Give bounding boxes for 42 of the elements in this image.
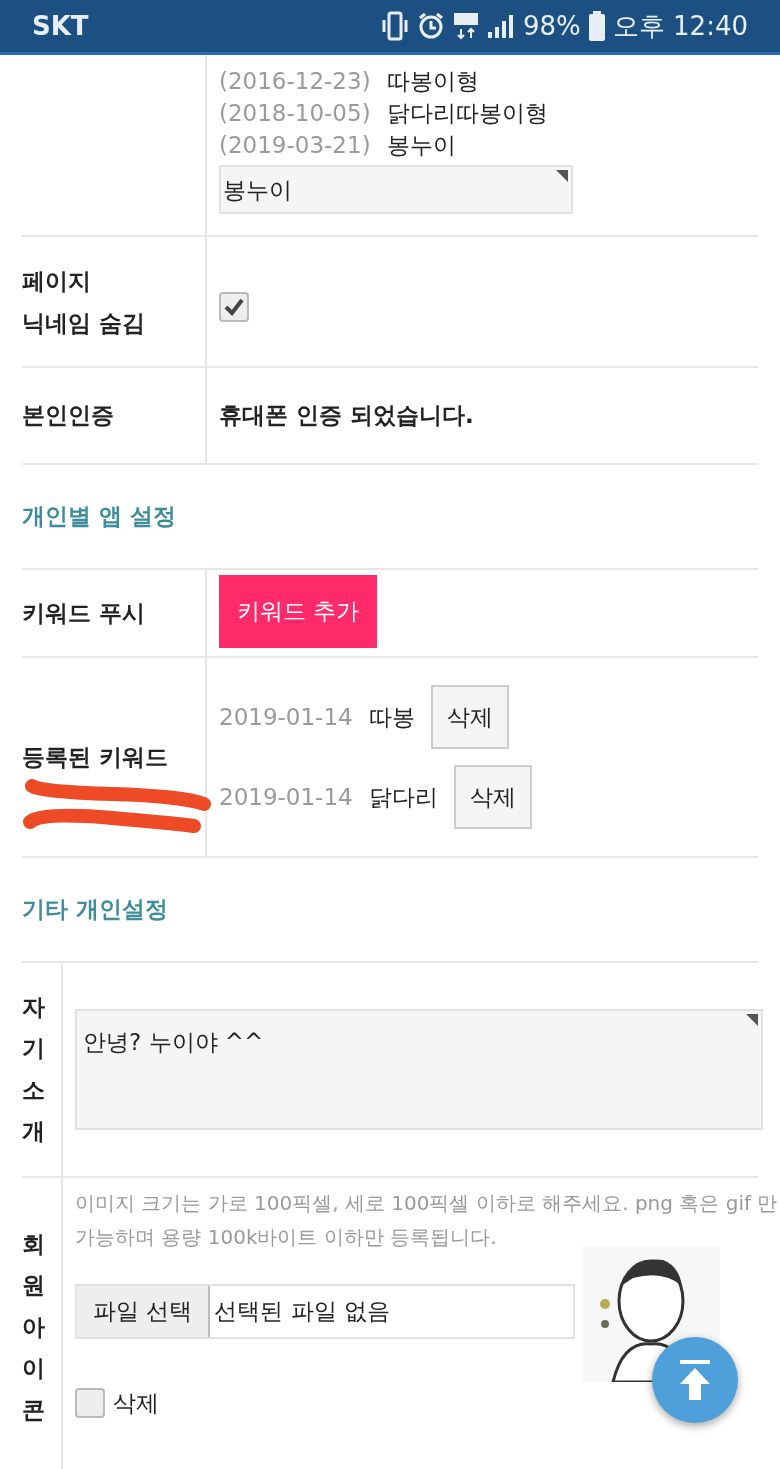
intro-field[interactable]: 안녕? 누이야 ^^ xyxy=(75,1009,763,1130)
verification-status: 휴대폰 인증 되었습니다. xyxy=(219,401,474,431)
battery-percent: 98% xyxy=(523,9,581,43)
add-keyword-button[interactable]: 키워드 추가 xyxy=(219,575,378,648)
keyword-text: 따봉 xyxy=(368,702,415,732)
checkbox[interactable] xyxy=(75,1388,105,1419)
history-date: (2018-10-05) xyxy=(219,99,371,128)
delete-button[interactable]: 삭제 xyxy=(430,685,509,749)
nickname-field[interactable]: 봉누이 xyxy=(219,165,573,214)
history-date: (2019-03-21) xyxy=(219,131,371,160)
delete-button[interactable]: 삭제 xyxy=(453,765,532,829)
setting-label: 회원아이콘 xyxy=(22,1230,45,1425)
file-input[interactable]: 파일 선택 선택된 파일 없음 xyxy=(75,1284,575,1339)
lte-icon xyxy=(453,12,479,40)
arrow-up-to-line-icon xyxy=(678,1360,712,1400)
signal-icon xyxy=(487,13,515,39)
clock-text: 오후 12:40 xyxy=(612,9,748,43)
icon-help-text: 이미지 크기는 가로 100픽셀, 세로 100픽셀 이하로 해주세요. png 혹은 gif 만 가능하며 용량 100k바이트 이하만 등록됩니다. xyxy=(75,1190,778,1251)
setting-label: 키워드 푸시 xyxy=(22,598,146,628)
history-date: (2016-12-23) xyxy=(219,67,371,96)
keyword-text: 닭다리 xyxy=(368,782,438,812)
setting-label: 등록된 키워드 xyxy=(22,742,169,772)
setting-label: 본인인증 xyxy=(22,401,115,431)
checkbox-label: 삭제 xyxy=(113,1389,159,1418)
history-nickname: 닭다리따봉이형 xyxy=(386,99,548,128)
setting-label: 페이지 xyxy=(22,266,92,296)
carrier-text: SKT xyxy=(32,9,89,43)
section-heading: 기타 개인설정 xyxy=(22,895,168,925)
scroll-top-button[interactable] xyxy=(652,1337,738,1423)
battery-icon xyxy=(588,11,605,41)
vibrate-icon xyxy=(381,11,409,41)
setting-label: 자기소개 xyxy=(22,992,45,1146)
alarm-icon xyxy=(417,12,445,40)
checkbox[interactable] xyxy=(219,292,249,322)
file-status-text: 선택된 파일 없음 xyxy=(214,1297,390,1327)
setting-label: 닉네임 숨김 xyxy=(22,308,146,338)
history-nickname: 따봉이형 xyxy=(386,67,479,96)
keyword-date: 2019-01-14 xyxy=(219,702,353,732)
keyword-date: 2019-01-14 xyxy=(219,782,353,812)
section-heading: 개인별 앱 설정 xyxy=(22,502,176,532)
history-nickname: 봉누이 xyxy=(386,131,456,160)
file-select-button[interactable]: 파일 선택 xyxy=(77,1286,211,1337)
